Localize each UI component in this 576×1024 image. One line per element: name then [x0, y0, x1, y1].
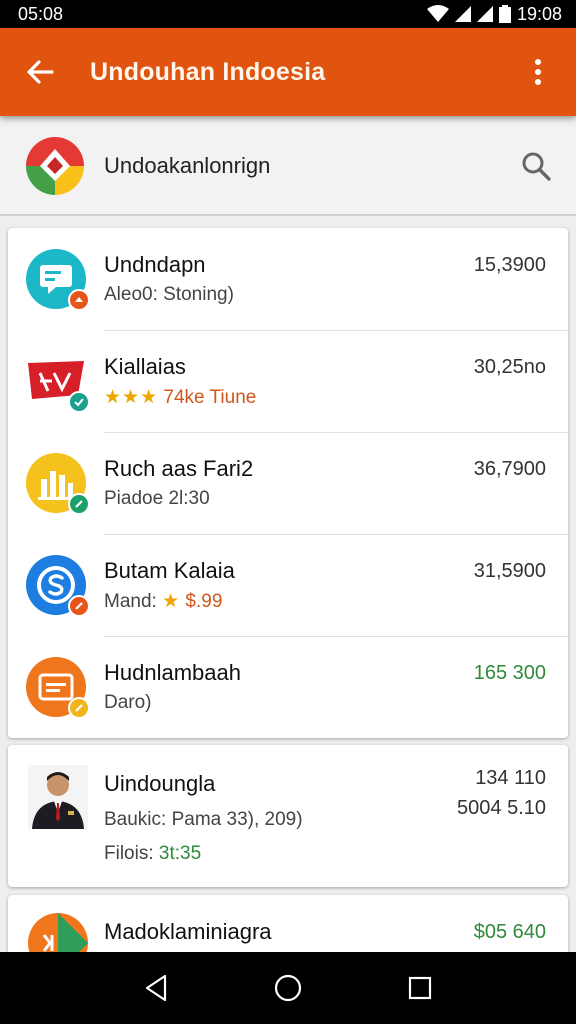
- page-title: Undouhan Indoesia: [90, 57, 326, 86]
- item-name: Butam Kalaia: [104, 558, 235, 583]
- item-name: Hudnlambaah: [104, 660, 241, 685]
- item-price-secondary: 5004 5.10: [457, 797, 546, 819]
- nav-home-icon: [274, 974, 302, 1002]
- nav-recents-button[interactable]: [390, 958, 450, 1018]
- item-name: Kiallaias: [104, 354, 186, 379]
- edit-badge-icon: [68, 595, 90, 617]
- back-button[interactable]: [0, 28, 80, 116]
- avatar: [28, 765, 88, 829]
- chart-app-icon: [26, 453, 90, 515]
- signal-icon: [476, 6, 493, 22]
- list-item[interactable]: Hudnlambaah Daro) 165 300: [8, 636, 568, 738]
- app-bar: Undouhan Indoesia: [0, 28, 576, 116]
- battery-icon: [498, 5, 511, 23]
- search-button[interactable]: [496, 126, 576, 206]
- edit-badge-icon: [68, 493, 90, 515]
- arrow-left-icon: [27, 60, 54, 84]
- badge-icon: [68, 289, 90, 311]
- list-item[interactable]: Kiallaias ★★★ 74ke Tiune 30,25no: [8, 330, 568, 432]
- profile-card[interactable]: Uindoungla Baukic: Pama 33), 209) Filois…: [8, 745, 568, 887]
- payment-app-icon: [26, 555, 90, 617]
- search-input[interactable]: Undoakanlonrign: [104, 153, 496, 179]
- item-price: 36,7900: [473, 458, 546, 480]
- rating-star: ★: [162, 591, 181, 612]
- check-badge-icon: [68, 391, 90, 413]
- rating-stars: ★★★: [104, 387, 159, 408]
- status-time-right: 19:08: [516, 3, 562, 24]
- more-options-button[interactable]: [500, 28, 576, 116]
- item-subtitle: Piadoe 2l:30: [104, 488, 210, 509]
- item-name: Uindoungla: [104, 771, 216, 796]
- item-subtitle-prefix: Mand:: [104, 591, 157, 612]
- item-subtitle: Aleo0: Stoning): [104, 284, 234, 305]
- nav-back-button[interactable]: [126, 958, 186, 1018]
- nav-home-button[interactable]: [258, 958, 318, 1018]
- search-bar[interactable]: Undoakanlonrign: [0, 118, 576, 216]
- nav-recents-icon: [408, 976, 432, 1000]
- more-vert-icon: [535, 59, 541, 85]
- status-time-left: 05:08: [18, 3, 64, 24]
- item-subtitle: Daro): [104, 692, 152, 713]
- status-bar: 05:08 19:08: [0, 0, 576, 28]
- list-item[interactable]: Ruch aas Fari2 Piadoe 2l:30 36,7900: [8, 432, 568, 534]
- app-logo: [26, 137, 84, 195]
- item-price: $05 640: [473, 921, 546, 943]
- edit-badge-icon: [68, 697, 90, 719]
- item-subtitle: $.99: [185, 591, 223, 612]
- card-app-icon: [26, 657, 90, 719]
- list-item[interactable]: Undndapn Aleo0: Stoning) 15,3900: [8, 228, 568, 330]
- item-name: Undndapn: [104, 252, 206, 277]
- search-icon: [522, 152, 551, 181]
- footer-value: 3t:35: [158, 843, 202, 864]
- item-price: 15,3900: [473, 254, 546, 276]
- list-item[interactable]: Butam Kalaia Mand: ★ $.99 31,5900: [8, 534, 568, 636]
- item-price: 30,25no: [473, 356, 546, 378]
- signal-icon: [454, 6, 471, 22]
- footer-label: Filois:: [104, 843, 154, 864]
- app-list-card: Undndapn Aleo0: Stoning) 15,3900 Kiallai…: [8, 228, 568, 738]
- wifi-icon: [426, 5, 449, 22]
- item-subtitle: Baukic: Pama 33), 209): [104, 809, 303, 830]
- item-price: 165 300: [473, 662, 546, 684]
- item-name: Ruch aas Fari2: [104, 456, 254, 481]
- nav-back-icon: [145, 974, 167, 1002]
- item-name: Madoklaminiagra: [104, 919, 272, 944]
- item-price: 134 110: [475, 767, 546, 789]
- chat-app-icon: [26, 249, 90, 311]
- item-subtitle: 74ke Tiune: [163, 387, 257, 408]
- brand-app-icon: [26, 351, 90, 413]
- item-price: 31,5900: [473, 560, 546, 582]
- system-nav-bar: [0, 952, 576, 1024]
